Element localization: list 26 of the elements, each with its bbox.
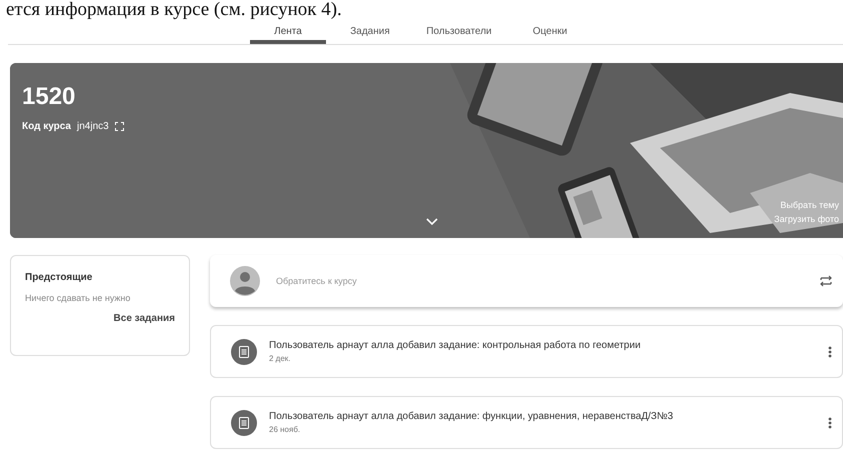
chevron-down-icon[interactable]: [426, 218, 438, 226]
post-card[interactable]: Пользователь арнаут алла добавил задание: контрольная работа по геометрии 2 дек.: [210, 325, 843, 378]
code-label: Код курса: [22, 121, 71, 132]
post-date: 2 дек.: [269, 354, 292, 363]
tab[interactable]: Задания: [342, 20, 398, 44]
avatar-icon: [230, 266, 260, 296]
share-placeholder: Обратитесь к курсу: [276, 276, 358, 286]
post-card[interactable]: Пользователь арнаут алла добавил задание: функции, уравнения, неравенстваД/З№3 26 нояб.: [210, 396, 843, 449]
post-date: 26 нояб.: [269, 425, 302, 434]
post-text: Пользователь арнаут алла добавил задание: контрольная работа по геометрии: [269, 340, 642, 351]
more-icon[interactable]: [828, 346, 832, 358]
tab[interactable]: Оценки: [520, 20, 580, 44]
tab[interactable]: Лента: [250, 20, 326, 44]
tab[interactable]: Пользователи: [414, 20, 504, 44]
empty-message: Ничего сдавать не нужно: [25, 293, 132, 303]
repost-icon[interactable]: [819, 274, 833, 288]
assignment-icon: [231, 338, 257, 364]
fullscreen-icon[interactable]: [114, 122, 124, 131]
course-title: 1520: [21, 82, 76, 111]
assignment-icon: [231, 410, 257, 436]
post-text: Пользователь арнаут алла добавил задание: функции, уравнения, неравенстваД/З№3: [269, 411, 674, 422]
card-title: Предстоящие: [25, 272, 94, 283]
course-code: jn4jnc3: [77, 121, 109, 132]
more-icon[interactable]: [828, 416, 832, 428]
all-tasks-link[interactable]: Все задания: [114, 313, 175, 324]
document-text: ется информация в курсе (см. рисунок 4).: [5, 0, 343, 20]
